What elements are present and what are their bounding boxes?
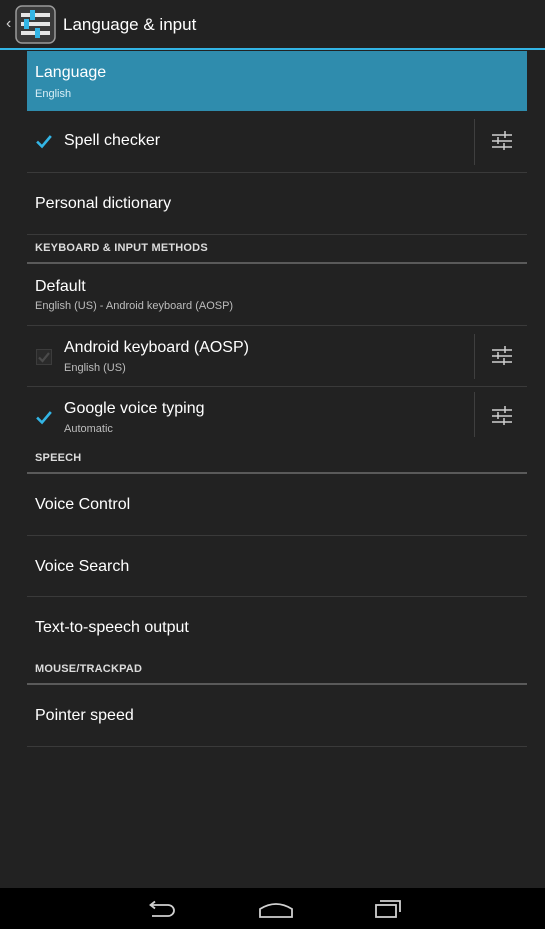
settings-app-icon[interactable] xyxy=(15,5,56,44)
keyboard-section-header: KEYBOARD & INPUT METHODS xyxy=(27,235,527,264)
voice-control-title: Voice Control xyxy=(35,496,131,513)
sliders-icon[interactable] xyxy=(478,396,527,436)
navigation-bar xyxy=(0,888,545,929)
sliders-icon[interactable] xyxy=(478,336,527,376)
android-keyboard-item[interactable]: Android keyboard (AOSP) English (US) xyxy=(27,326,527,387)
voice-search-item[interactable]: Voice Search xyxy=(27,536,527,597)
vertical-divider xyxy=(474,334,475,379)
pointer-speed-title: Pointer speed xyxy=(35,707,134,724)
spell-checker-title: Spell checker xyxy=(64,132,161,149)
settings-screen: ‹ Language & input Language English Spel… xyxy=(0,0,545,929)
speech-section-header: SPEECH xyxy=(27,447,527,474)
android-keyboard-summary: English (US) xyxy=(64,362,126,374)
default-keyboard-item[interactable]: Default English (US) - Android keyboard … xyxy=(27,264,527,326)
google-voice-typing-title: Google voice typing xyxy=(64,400,205,417)
spell-checker-item[interactable]: Spell checker xyxy=(27,111,527,173)
pointer-speed-item[interactable]: Pointer speed xyxy=(27,685,527,747)
language-summary: English xyxy=(35,88,72,100)
language-title: Language xyxy=(35,64,107,81)
default-title: Default xyxy=(35,278,86,295)
voice-search-title: Voice Search xyxy=(35,558,130,575)
sliders-icon[interactable] xyxy=(478,121,527,161)
tts-output-item[interactable]: Text-to-speech output xyxy=(27,597,527,655)
personal-dictionary-item[interactable]: Personal dictionary xyxy=(27,173,527,235)
language-item[interactable]: Language English xyxy=(27,51,527,111)
recent-apps-icon[interactable] xyxy=(363,896,413,922)
keyboard-header-text: KEYBOARD & INPUT METHODS xyxy=(35,242,208,254)
vertical-divider xyxy=(474,392,475,437)
voice-control-item[interactable]: Voice Control xyxy=(27,474,527,536)
personal-dictionary-title: Personal dictionary xyxy=(35,195,172,212)
android-keyboard-title: Android keyboard (AOSP) xyxy=(64,339,249,356)
checkmark-icon xyxy=(36,349,52,365)
settings-list: Language English Spell checker Personal … xyxy=(27,51,527,747)
mouse-section-header: MOUSE/TRACKPAD xyxy=(27,655,527,685)
google-voice-typing-item[interactable]: Google voice typing Automatic xyxy=(27,387,527,447)
mouse-header-text: MOUSE/TRACKPAD xyxy=(35,663,143,675)
home-icon[interactable] xyxy=(251,896,301,922)
vertical-divider xyxy=(474,119,475,165)
checkmark-icon[interactable] xyxy=(36,410,52,426)
default-summary: English (US) - Android keyboard (AOSP) xyxy=(35,300,234,312)
google-voice-typing-summary: Automatic xyxy=(64,423,113,435)
back-icon[interactable] xyxy=(138,896,188,922)
checkmark-icon[interactable] xyxy=(36,134,52,150)
tts-output-title: Text-to-speech output xyxy=(35,619,189,636)
chevron-left-icon[interactable]: ‹ xyxy=(6,14,11,34)
page-title: Language & input xyxy=(63,15,197,34)
action-bar: ‹ Language & input xyxy=(0,0,545,50)
speech-header-text: SPEECH xyxy=(35,452,82,464)
